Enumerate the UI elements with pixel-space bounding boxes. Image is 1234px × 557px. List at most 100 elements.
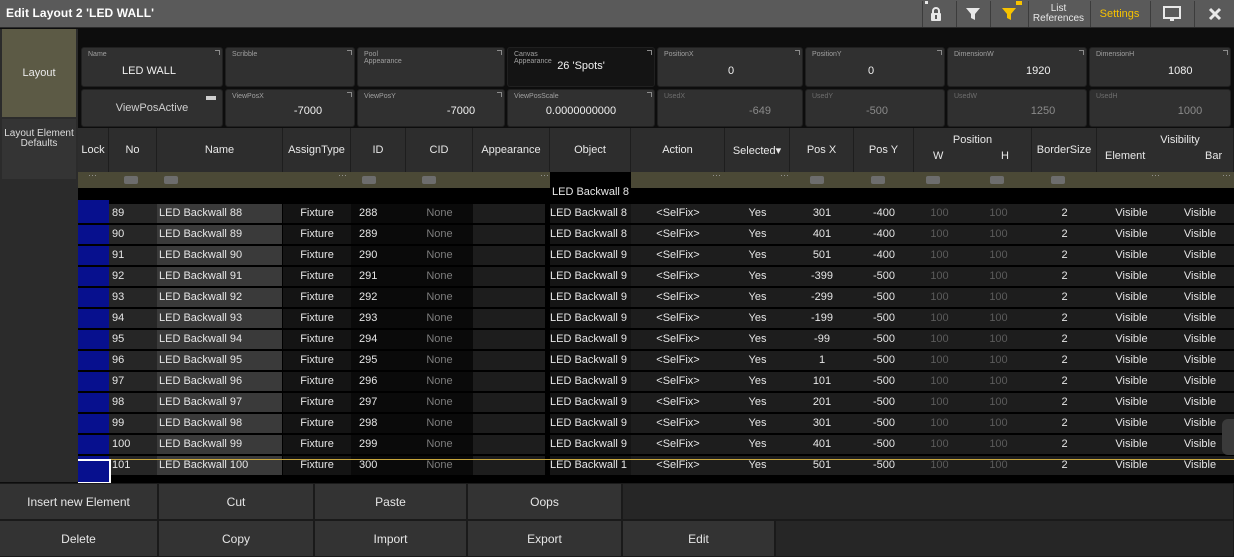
delete-button[interactable]: Delete xyxy=(0,521,158,557)
action-cell[interactable]: <SelFix> xyxy=(631,351,725,370)
column-header-h[interactable]: H xyxy=(1001,150,1009,162)
insert-new-element-button[interactable]: Insert new Element xyxy=(0,484,158,520)
object-cell[interactable]: LED Backwall 9 xyxy=(550,393,631,412)
action-cell[interactable]: <SelFix> xyxy=(631,246,725,265)
posy-cell[interactable]: -500 xyxy=(854,435,914,454)
filter-button[interactable] xyxy=(956,1,988,27)
filter-chip-icon[interactable] xyxy=(990,176,1004,184)
name-cell[interactable]: LED Backwall 95 xyxy=(157,351,282,370)
no-cell[interactable]: 99 xyxy=(109,414,157,433)
lock-cell[interactable] xyxy=(78,309,109,328)
no-cell[interactable]: 92 xyxy=(109,267,157,286)
height-cell[interactable]: 100 xyxy=(965,393,1032,412)
lock-button[interactable] xyxy=(922,1,948,27)
object-cell[interactable]: LED Backwall 9 xyxy=(550,246,631,265)
cid-cell[interactable]: None xyxy=(406,393,473,412)
width-cell[interactable]: 100 xyxy=(914,330,965,349)
table-row[interactable]: 99 LED Backwall 98 Fixture 298 None LED Backw… xyxy=(78,414,1234,433)
appearance-cell[interactable] xyxy=(473,393,545,412)
name-cell[interactable]: LED Backwall 90 xyxy=(157,246,282,265)
visibility-element-cell[interactable]: Visible xyxy=(1097,267,1166,286)
filter-row[interactable]: ··· ··· ··· ··· ··· ··· ··· xyxy=(78,170,1234,188)
height-cell[interactable]: 100 xyxy=(965,330,1032,349)
width-cell[interactable]: 100 xyxy=(914,372,965,391)
cid-cell[interactable]: None xyxy=(406,288,473,307)
no-cell[interactable]: 98 xyxy=(109,393,157,412)
lock-cell[interactable] xyxy=(78,225,109,244)
posy-cell[interactable]: -500 xyxy=(854,267,914,286)
width-cell[interactable]: 100 xyxy=(914,267,965,286)
posy-cell[interactable]: -500 xyxy=(854,414,914,433)
height-cell[interactable]: 100 xyxy=(965,435,1032,454)
dimension-w-field[interactable]: DimensionW 1920 xyxy=(947,47,1087,87)
assigntype-cell[interactable]: Fixture xyxy=(283,204,351,223)
appearance-cell[interactable] xyxy=(473,204,545,223)
table-row[interactable]: 96 LED Backwall 95 Fixture 295 None LED Backw… xyxy=(78,351,1234,370)
close-button[interactable] xyxy=(1194,1,1234,27)
appearance-cell[interactable] xyxy=(473,351,545,370)
pool-appearance-field[interactable]: Pool Appearance xyxy=(357,47,505,87)
posy-cell[interactable]: -400 xyxy=(854,246,914,265)
table-row[interactable]: 93 LED Backwall 92 Fixture 292 None LED Backw… xyxy=(78,288,1234,307)
height-cell[interactable]: 100 xyxy=(965,372,1032,391)
id-cell[interactable]: 292 xyxy=(351,288,406,307)
paste-button[interactable]: Paste xyxy=(315,484,467,520)
cid-cell[interactable]: None xyxy=(406,435,473,454)
visibility-element-cell[interactable]: Visible xyxy=(1097,414,1166,433)
posx-cell[interactable]: 301 xyxy=(790,204,854,223)
id-cell[interactable]: 289 xyxy=(351,225,406,244)
width-cell[interactable]: 100 xyxy=(914,246,965,265)
tab-layout-element-defaults[interactable]: Layout Element Defaults xyxy=(2,119,76,179)
visibility-bar-cell[interactable]: Visible xyxy=(1166,330,1234,349)
appearance-cell[interactable] xyxy=(473,267,545,286)
edit-button[interactable]: Edit xyxy=(623,521,775,557)
canvas-appearance-field[interactable]: Canvas Appearance 26 'Spots' xyxy=(507,47,655,87)
posx-cell[interactable]: 101 xyxy=(790,372,854,391)
posx-cell[interactable]: 201 xyxy=(790,393,854,412)
width-cell[interactable]: 100 xyxy=(914,309,965,328)
name-cell[interactable]: LED Backwall 89 xyxy=(157,225,282,244)
cid-cell[interactable]: None xyxy=(406,225,473,244)
dimension-h-field[interactable]: DimensionH 1080 xyxy=(1089,47,1231,87)
visibility-bar-cell[interactable]: Visible xyxy=(1166,393,1234,412)
visibility-bar-cell[interactable]: Visible xyxy=(1166,309,1234,328)
posy-cell[interactable]: -500 xyxy=(854,372,914,391)
assigntype-cell[interactable]: Fixture xyxy=(283,225,351,244)
position-x-field[interactable]: PositionX 0 xyxy=(657,47,803,87)
visibility-bar-cell[interactable]: Visible xyxy=(1166,288,1234,307)
height-cell[interactable]: 100 xyxy=(965,309,1032,328)
name-cell[interactable]: LED Backwall 92 xyxy=(157,288,282,307)
appearance-cell[interactable] xyxy=(473,330,545,349)
name-cell[interactable]: LED Backwall 94 xyxy=(157,330,282,349)
name-cell[interactable]: LED Backwall 91 xyxy=(157,267,282,286)
filter-chip-icon[interactable] xyxy=(1051,176,1065,184)
id-cell[interactable]: 288 xyxy=(351,204,406,223)
filter-chip-icon[interactable] xyxy=(164,176,178,184)
visibility-element-cell[interactable]: Visible xyxy=(1097,225,1166,244)
posy-cell[interactable]: -500 xyxy=(854,288,914,307)
lock-cell[interactable] xyxy=(78,330,109,349)
selected-cell[interactable]: Yes xyxy=(725,330,790,349)
filter-chip-icon[interactable] xyxy=(362,176,376,184)
assigntype-cell[interactable]: Fixture xyxy=(283,267,351,286)
position-y-field[interactable]: PositionY 0 xyxy=(805,47,945,87)
visibility-element-cell[interactable]: Visible xyxy=(1097,246,1166,265)
action-cell[interactable]: <SelFix> xyxy=(631,225,725,244)
bordersize-cell[interactable]: 2 xyxy=(1032,267,1097,286)
column-header-posx[interactable]: Pos X xyxy=(790,128,854,172)
selected-cell[interactable]: Yes xyxy=(725,372,790,391)
cid-cell[interactable]: None xyxy=(406,372,473,391)
object-cell[interactable]: LED Backwall 9 xyxy=(550,309,631,328)
selected-cell[interactable]: Yes xyxy=(725,309,790,328)
bordersize-cell[interactable]: 2 xyxy=(1032,393,1097,412)
column-header-cid[interactable]: CID xyxy=(406,128,473,172)
no-cell[interactable]: 91 xyxy=(109,246,157,265)
no-cell[interactable]: 94 xyxy=(109,309,157,328)
posx-cell[interactable]: 401 xyxy=(790,435,854,454)
visibility-element-cell[interactable]: Visible xyxy=(1097,351,1166,370)
cid-cell[interactable]: None xyxy=(406,330,473,349)
visibility-bar-cell[interactable]: Visible xyxy=(1166,246,1234,265)
no-cell[interactable]: 97 xyxy=(109,372,157,391)
action-cell[interactable]: <SelFix> xyxy=(631,204,725,223)
bordersize-cell[interactable]: 2 xyxy=(1032,330,1097,349)
